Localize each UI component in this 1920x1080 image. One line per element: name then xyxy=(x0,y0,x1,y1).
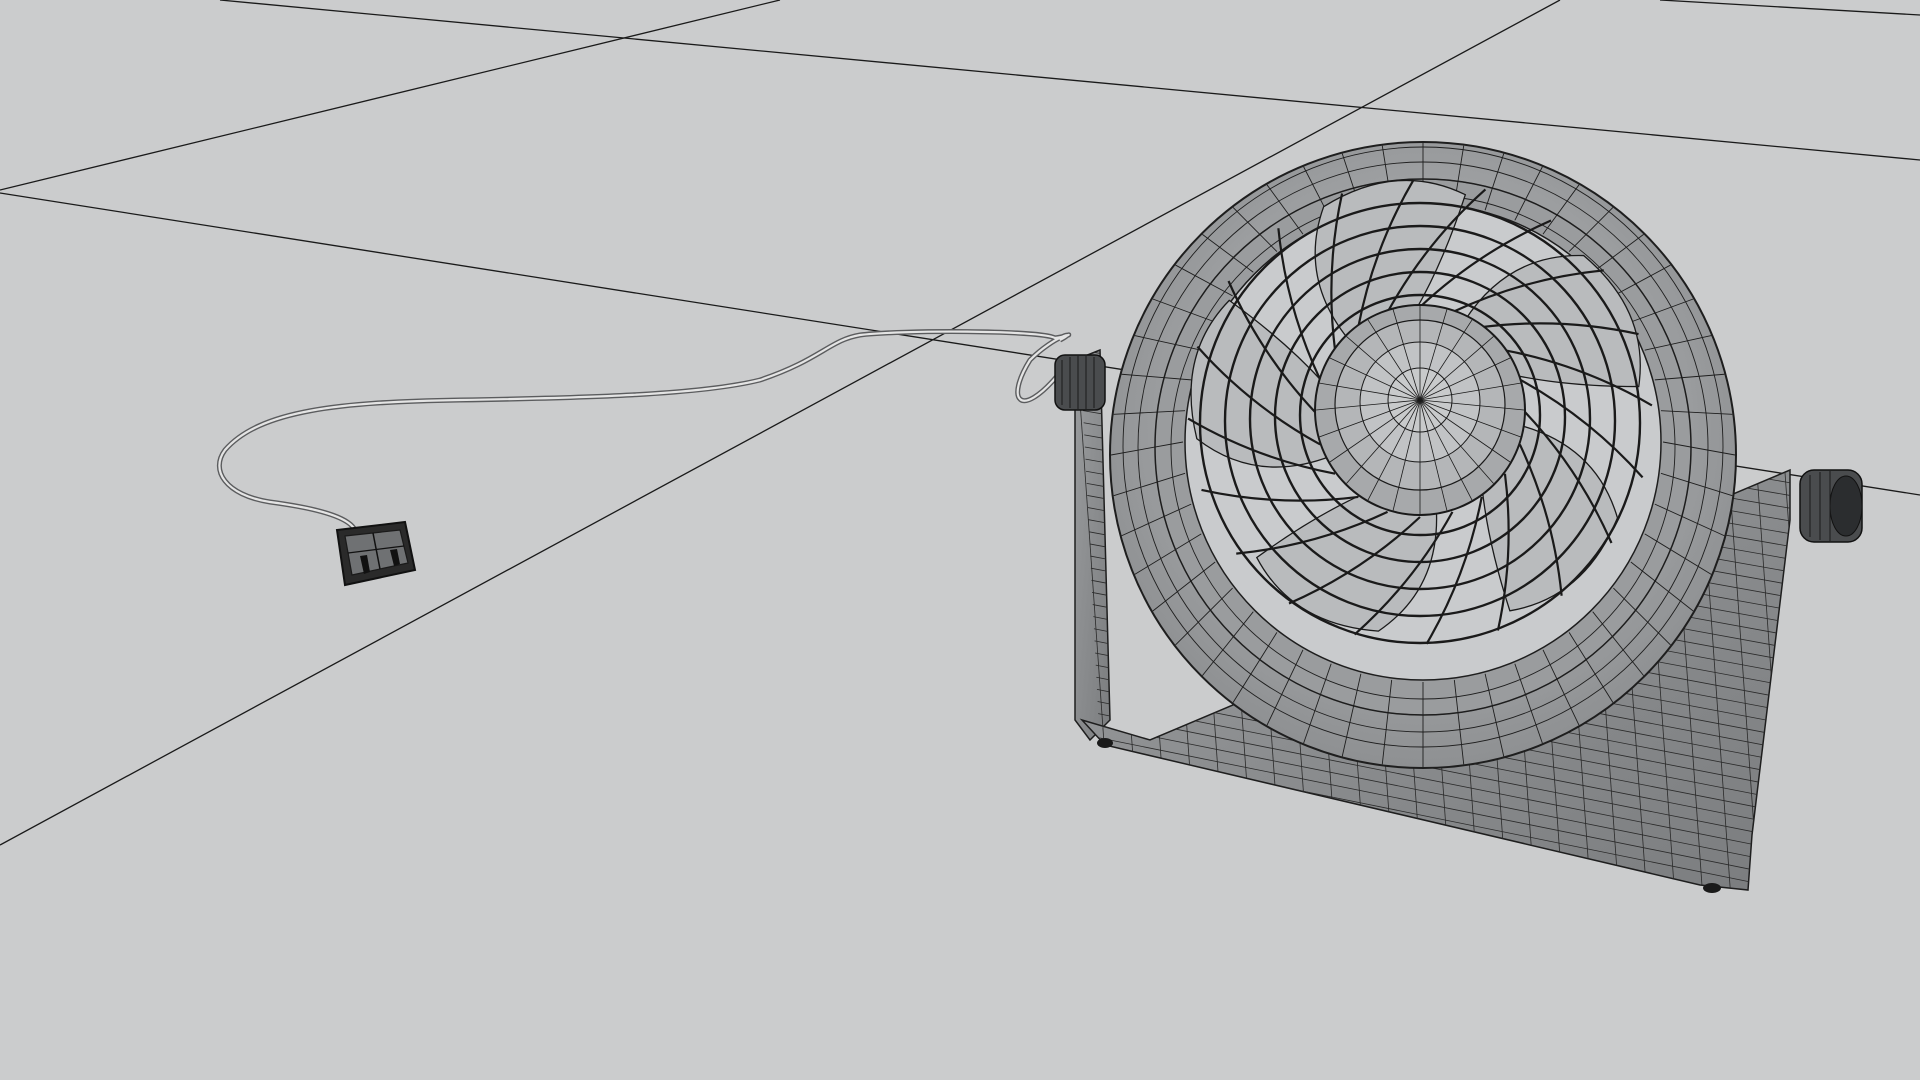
grid-line xyxy=(0,0,781,191)
pivot-knob-right xyxy=(1799,469,1863,543)
base-wire xyxy=(1774,350,1790,890)
power-cord xyxy=(217,329,1072,532)
desk-fan xyxy=(1054,141,1863,893)
3d-viewport[interactable] xyxy=(0,0,1920,1080)
pivot-knob-left xyxy=(1054,354,1106,411)
power-plug xyxy=(335,520,417,587)
scene-canvas xyxy=(0,0,1920,893)
grid-line xyxy=(1659,0,1920,16)
fan-hub xyxy=(1314,304,1526,516)
grid-line xyxy=(219,0,1920,161)
